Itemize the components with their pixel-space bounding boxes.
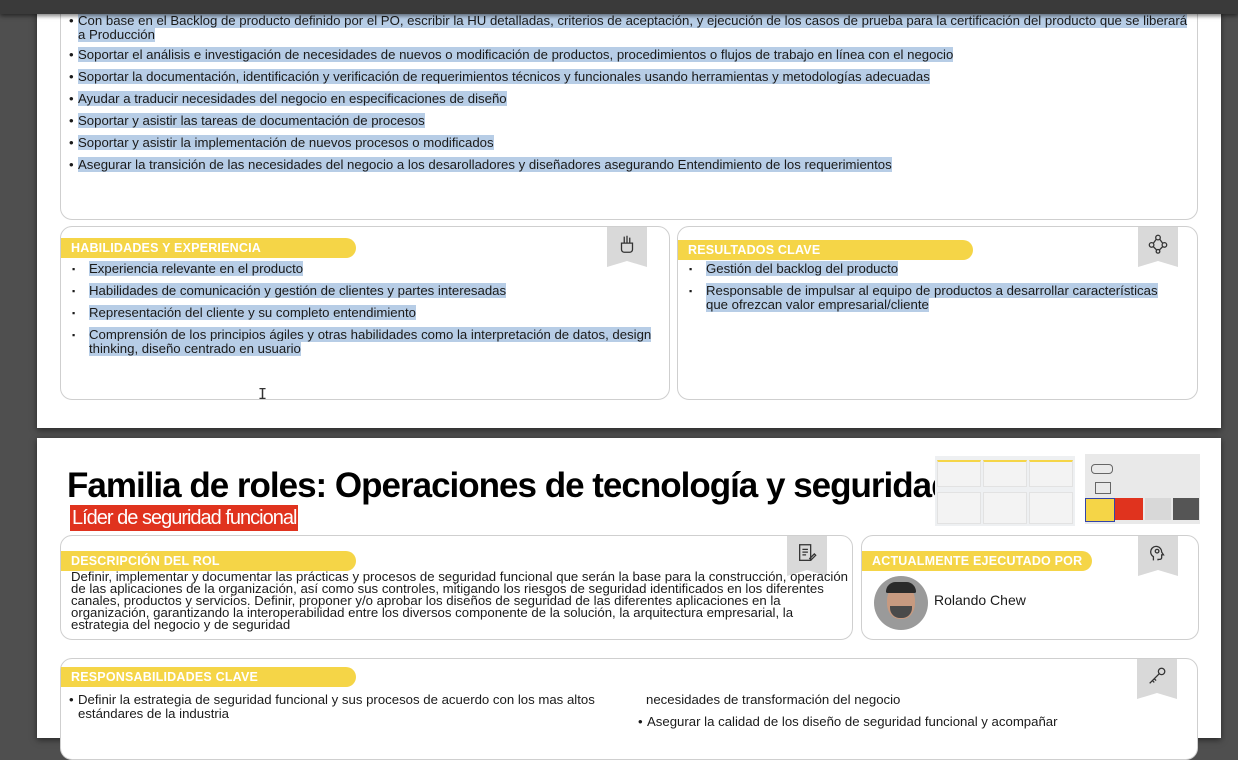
key-responsibilities-heading: RESPONSABILIDADES CLAVE xyxy=(61,667,356,687)
list-item: Soportar el análisis e investigación de … xyxy=(68,47,1193,62)
role-description-text: Definir, implementar y documentar las pr… xyxy=(71,569,849,632)
process-diagram-thumbnail xyxy=(935,456,1075,526)
skills-heading: HABILIDADES Y EXPERIENCIA xyxy=(61,238,356,258)
list-item: Habilidades de comunicación y gestión de… xyxy=(63,283,653,298)
list-item: Con base en el Backlog de producto defin… xyxy=(68,13,1193,42)
page-title: Familia de roles: Operaciones de tecnolo… xyxy=(67,466,952,505)
role-description-heading: DESCRIPCIÓN DEL ROL xyxy=(61,551,356,571)
skills-list: Experiencia relevante en el producto Hab… xyxy=(63,261,653,364)
executor-name: Rolando Chew xyxy=(934,592,1026,608)
list-item: Soportar la documentación, identificació… xyxy=(68,69,1193,84)
responsibilities-card: Con base en el Backlog de producto defin… xyxy=(60,0,1198,220)
list-item: Asegurar la calidad de los diseño de seg… xyxy=(637,715,1177,730)
hand-tools-icon xyxy=(607,227,647,267)
key-resp-left-list: Definir la estrategia de seguridad funci… xyxy=(68,693,608,729)
roles-family-thumbnail xyxy=(1085,454,1200,524)
head-gears-icon xyxy=(1138,536,1178,576)
key-resp-continuation: necesidades de transformación del negoci… xyxy=(646,692,901,707)
list-item: Representación del cliente y su completo… xyxy=(63,305,653,320)
network-nodes-icon xyxy=(1138,227,1178,267)
list-item: Asegurar la transición de las necesidade… xyxy=(68,157,1193,172)
window-top-bar xyxy=(0,0,1238,14)
executed-by-card: ACTUALMENTE EJECUTADO POR Rolando Chew xyxy=(861,535,1199,640)
slide-page-2: Familia de roles: Operaciones de tecnolo… xyxy=(37,438,1221,760)
key-resp-right-list: Asegurar la calidad de los diseño de seg… xyxy=(637,715,1177,737)
list-item: Definir la estrategia de seguridad funci… xyxy=(68,693,608,721)
results-card: RESULTADOS CLAVE Gestión del backlog del… xyxy=(677,226,1198,400)
list-item: Responsable de impulsar al equipo de pro… xyxy=(680,283,1180,312)
role-subtitle: Líder de seguridad funcional xyxy=(70,505,299,531)
list-item: Experiencia relevante en el producto xyxy=(63,261,653,276)
slide-page-1: Con base en el Backlog de producto defin… xyxy=(37,0,1221,428)
list-item: Soportar y asistir la implementación de … xyxy=(68,135,1193,150)
results-heading: RESULTADOS CLAVE xyxy=(678,240,973,260)
list-item: Gestión del backlog del producto xyxy=(680,261,1180,276)
skills-card: HABILIDADES Y EXPERIENCIA Experiencia re… xyxy=(60,226,670,400)
document-pen-icon xyxy=(787,536,827,576)
list-item: Ayudar a traducir necesidades del negoci… xyxy=(68,91,1193,106)
avatar xyxy=(874,576,928,630)
text-cursor-icon: I xyxy=(258,385,268,403)
key-responsibilities-card: RESPONSABILIDADES CLAVE Definir la estra… xyxy=(60,658,1198,760)
list-item: Soportar y asistir las tareas de documen… xyxy=(68,113,1193,128)
responsibilities-list: Con base en el Backlog de producto defin… xyxy=(68,13,1193,180)
key-icon xyxy=(1137,659,1177,699)
executed-by-heading: ACTUALMENTE EJECUTADO POR xyxy=(862,551,1092,571)
role-description-card: DESCRIPCIÓN DEL ROL Definir, implementar… xyxy=(60,535,853,640)
list-item: Comprensión de los principios ágiles y o… xyxy=(63,327,653,356)
results-list: Gestión del backlog del producto Respons… xyxy=(680,261,1180,320)
